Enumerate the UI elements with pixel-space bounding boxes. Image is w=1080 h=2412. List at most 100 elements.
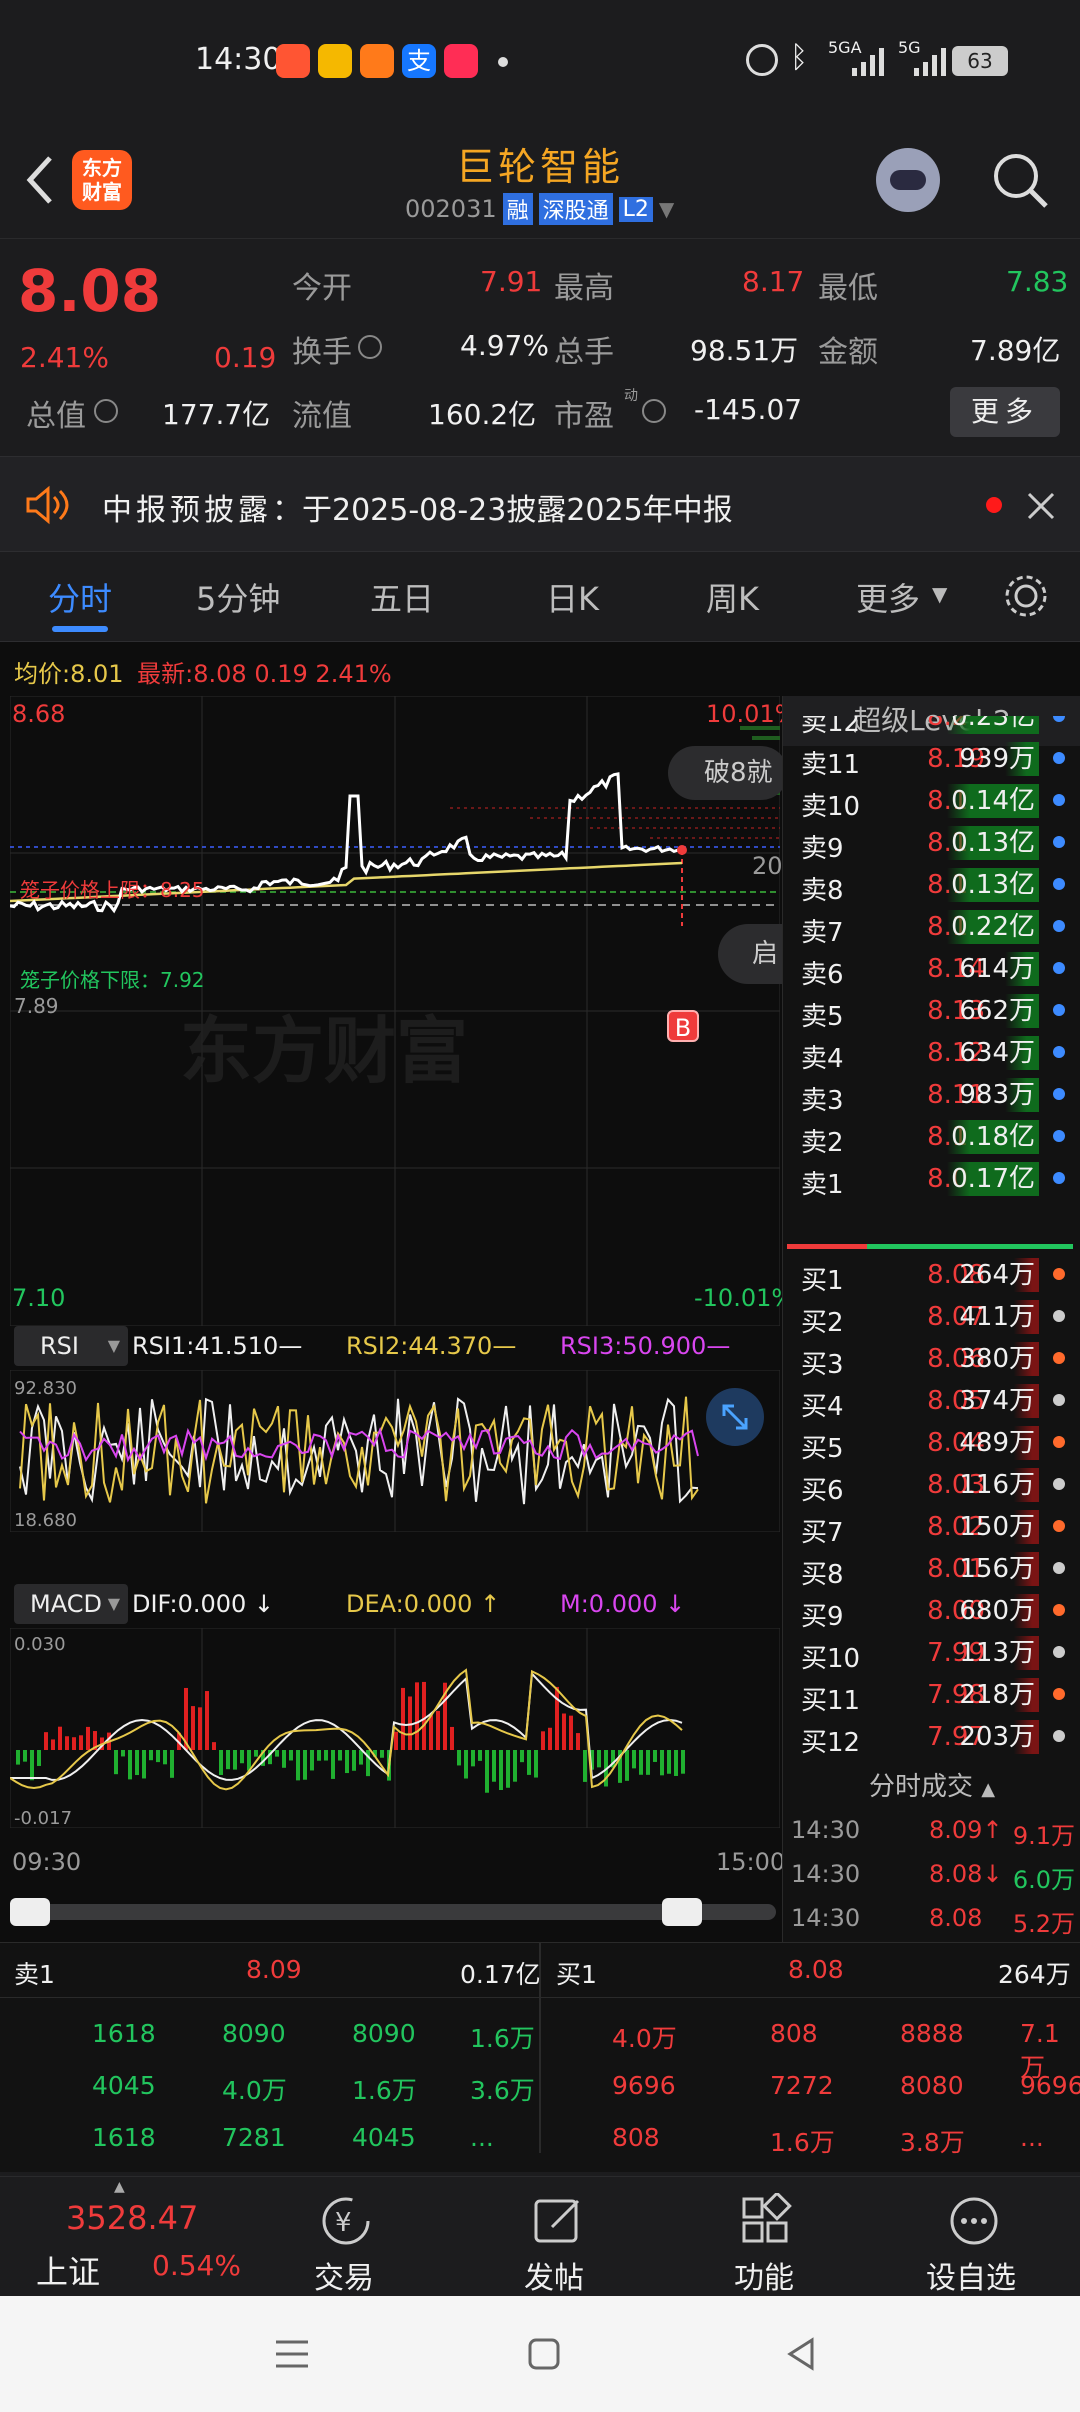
info-icon[interactable] (94, 399, 118, 423)
indicator-dot (1053, 1352, 1065, 1364)
hot-topic-pill[interactable]: 破8就 (668, 746, 788, 800)
macd-bar (625, 1750, 629, 1781)
level-label: 卖10 (801, 792, 861, 822)
low-value: 7.83 (1006, 265, 1069, 298)
rsi-chart[interactable] (10, 1370, 780, 1532)
bid-row[interactable]: 买28.07411万 (783, 1296, 1075, 1338)
bid-row[interactable]: 买48.05374万 (783, 1380, 1075, 1422)
order-book: 超级Level-2 卖128.200.23亿卖118.19939万卖108.18… (782, 696, 1080, 1942)
ask-row[interactable]: 卖68.14614万 (783, 948, 1075, 990)
chevron-down-icon[interactable]: ▼ (659, 197, 674, 221)
ask-row[interactable]: 卖28.100.18亿 (783, 1116, 1075, 1158)
intraday-price-chart[interactable]: 东方财富 (10, 696, 780, 1326)
robot-assistant-icon[interactable] (876, 148, 940, 212)
rsi-selector[interactable]: RSI ▼ (14, 1326, 128, 1366)
rsi3-label: RSI3:50.900— (560, 1332, 731, 1360)
macd-bar (667, 1750, 671, 1774)
bid-row[interactable]: 买18.08264万 (783, 1254, 1075, 1296)
post-icon[interactable] (530, 2193, 586, 2249)
bid-row[interactable]: 买38.06380万 (783, 1338, 1075, 1380)
ask-row[interactable]: 卖128.200.23亿 (783, 716, 1075, 738)
index-name[interactable]: 上证 (36, 2247, 100, 2293)
index-pct[interactable]: 0.54% (152, 2249, 241, 2282)
tab-intraday[interactable]: 分时 (48, 574, 112, 620)
macd-bar (296, 1750, 300, 1781)
bid-row[interactable]: 买58.04489万 (783, 1422, 1075, 1464)
bid-row[interactable]: 买68.03116万 (783, 1464, 1075, 1506)
macd-min-label: -0.017 (14, 1808, 73, 1829)
range-slider-left-handle[interactable] (10, 1898, 50, 1926)
menu-icon[interactable] (272, 2334, 312, 2374)
mktcap-value: 177.7亿 (162, 398, 271, 431)
macd-bar (121, 1750, 125, 1757)
side-pill-qi[interactable]: 启 (718, 924, 788, 984)
connect-tag: 深股通 (538, 193, 613, 225)
gear-icon[interactable] (1002, 572, 1050, 620)
bid-row[interactable]: 买127.97203万 (783, 1716, 1075, 1758)
ask-row[interactable]: 卖88.160.13亿 (783, 864, 1075, 906)
queue-buy-label: 买1 (556, 1960, 597, 1989)
index-value[interactable]: 3528.47 (66, 2199, 198, 2237)
macd-bar (534, 1750, 538, 1778)
info-icon[interactable] (358, 335, 382, 359)
trade-icon[interactable]: ¥ (318, 2193, 374, 2249)
back-nav-icon[interactable] (782, 2334, 822, 2374)
macd-bar (681, 1750, 685, 1774)
functions-label[interactable]: 功能 (734, 2253, 794, 2297)
trade-label[interactable]: 交易 (314, 2253, 374, 2297)
buy-marker[interactable]: B (667, 1010, 699, 1042)
notice-bar[interactable]: 中报预披露 ：于2025-08-23披露2025年中报 (0, 456, 1080, 552)
macd-bar (513, 1750, 517, 1782)
functions-icon[interactable] (738, 2193, 794, 2249)
tab-5min[interactable]: 5分钟 (196, 574, 280, 620)
macd-bar (86, 1726, 90, 1750)
ask-row[interactable]: 卖58.13662万 (783, 990, 1075, 1032)
expand-icon[interactable] (706, 1388, 764, 1446)
close-icon[interactable] (1026, 491, 1056, 521)
ask-row[interactable]: 卖118.19939万 (783, 738, 1075, 780)
info-icon[interactable] (642, 399, 666, 423)
macd-chart[interactable] (10, 1628, 780, 1828)
macd-bar (422, 1681, 426, 1750)
bid-row[interactable]: 买117.98218万 (783, 1674, 1075, 1716)
ask-row[interactable]: 卖98.170.13亿 (783, 822, 1075, 864)
ask-list: 卖128.200.23亿卖118.19939万卖108.180.14亿卖98.1… (783, 716, 1080, 1220)
ask-row[interactable]: 卖18.090.17亿 (783, 1158, 1075, 1200)
queue-buy-cell: 4.0万 (612, 2024, 677, 2053)
macd-bar (198, 1707, 202, 1750)
tab-5day[interactable]: 五日 (370, 574, 434, 620)
add-watchlist-label[interactable]: 设自选 (926, 2253, 1016, 2297)
tick-time: 14:30 (791, 1816, 861, 1844)
macd-bar (114, 1750, 118, 1775)
more-button[interactable]: 更多 (950, 387, 1060, 437)
chevron-up-icon[interactable]: ▲ (114, 2179, 125, 2195)
level-volume: 374万 (955, 1384, 1039, 1418)
macd-selector[interactable]: MACD ▼ (14, 1584, 128, 1624)
tick-trades-title[interactable]: 分时成交 ▲ (783, 1766, 1080, 1806)
ask-row[interactable]: 卖48.12634万 (783, 1032, 1075, 1074)
bid-row[interactable]: 买88.01156万 (783, 1548, 1075, 1590)
macd-bar (303, 1750, 307, 1780)
bid-row[interactable]: 买78.02150万 (783, 1506, 1075, 1548)
range-slider-right-handle[interactable] (662, 1898, 702, 1926)
level-label: 卖5 (801, 1002, 844, 1032)
bid-row[interactable]: 买107.99113万 (783, 1632, 1075, 1674)
ask-row[interactable]: 卖108.180.14亿 (783, 780, 1075, 822)
indicator-dot (1053, 1394, 1065, 1406)
level-volume: 489万 (955, 1426, 1039, 1460)
search-icon[interactable] (990, 150, 1050, 210)
current-price: 8.08 (18, 257, 162, 325)
home-icon[interactable] (524, 2334, 564, 2374)
chevron-up-icon: ▲ (981, 1779, 996, 1800)
ask-row[interactable]: 卖78.150.22亿 (783, 906, 1075, 948)
tab-more[interactable]: 更多 (856, 574, 920, 620)
more-circle-icon[interactable] (946, 2193, 1002, 2249)
queue-sell-cell: 8090 (222, 2019, 286, 2048)
watermark: 东方财富 (180, 1009, 468, 1093)
bid-row[interactable]: 买98.00680万 (783, 1590, 1075, 1632)
post-label[interactable]: 发帖 (524, 2253, 584, 2297)
tab-daily-k[interactable]: 日K (546, 574, 599, 620)
chevron-down-icon[interactable]: ▼ (932, 582, 947, 606)
ask-row[interactable]: 卖38.11983万 (783, 1074, 1075, 1116)
tab-weekly-k[interactable]: 周K (706, 574, 759, 620)
